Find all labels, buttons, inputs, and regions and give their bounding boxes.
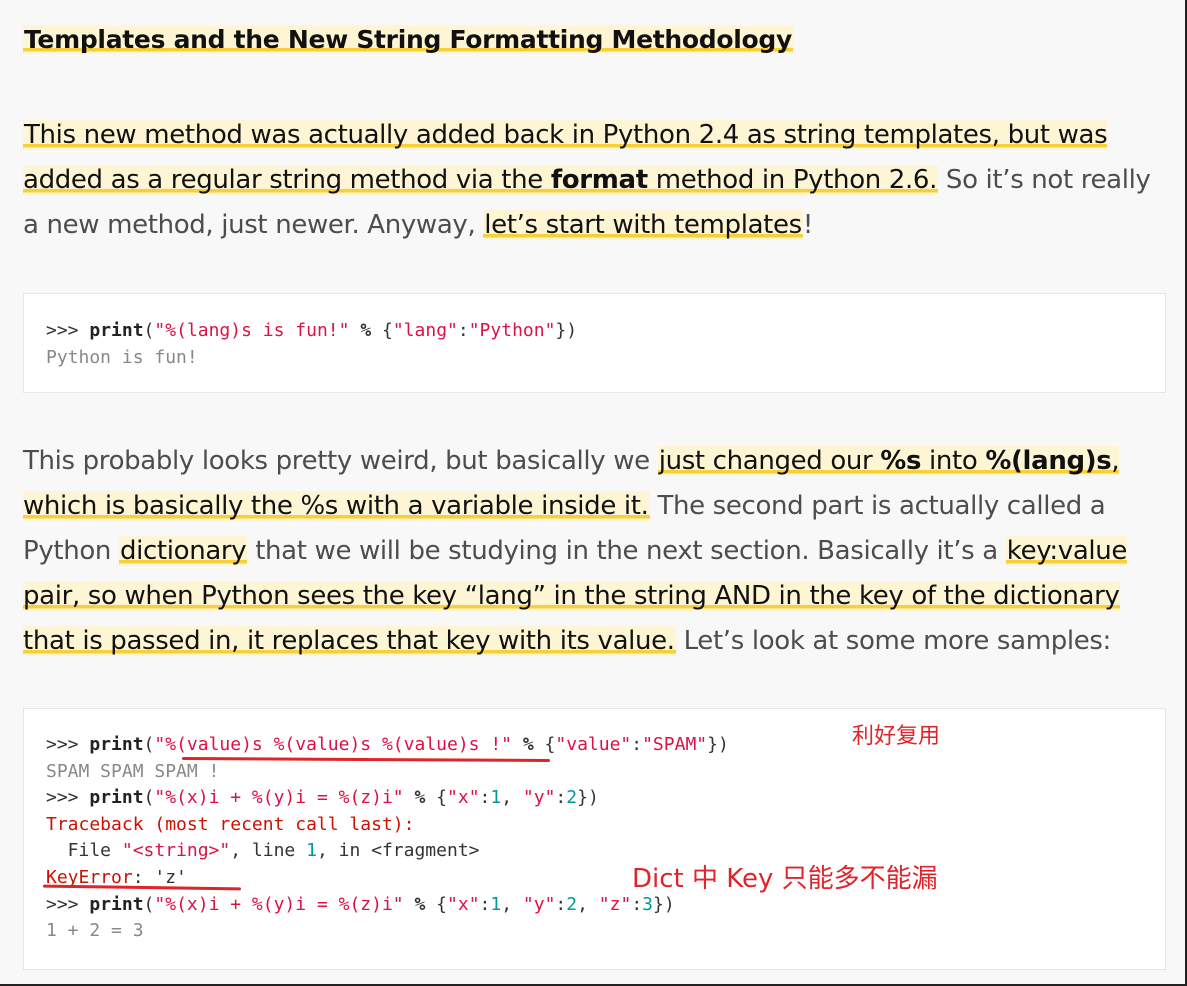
code-line: >>> print("%(lang)s is fun!" % {"lang":"… [46,320,578,341]
code-line: >>> print("%(x)i + %(y)i = %(z)i" % {"x"… [46,787,599,809]
explanation-paragraph: This probably looks pretty weird, but ba… [23,446,1128,656]
page: Templates and the New String Formatting … [0,0,1187,986]
code-line: >>> print("%(x)i + %(y)i = %(z)i" % {"x"… [46,893,675,915]
annotation-dict-key: Dict 中 Key 只能多不能漏 [632,864,938,894]
annotation-reuse: 利好复用 [852,724,941,749]
code-output: 1 + 2 = 3 [46,920,144,942]
section-heading: Templates and the New String Formatting … [23,25,793,54]
code-block-samples: >>> print("%(value)s %(value)s %(value)s… [23,708,1166,970]
highlight-start-templates: let’s start with templates [483,210,803,240]
code-block-lang: >>> print("%(lang)s is fun!" % {"lang":"… [23,293,1166,393]
intro-paragraph: This new method was actually added back … [23,120,1151,240]
code-output: SPAM SPAM SPAM ! [46,760,220,782]
code-line: >>> print("%(value)s %(value)s %(value)s… [46,734,729,755]
traceback-file-line: File "<string>", line 1, in <fragment> [46,840,480,862]
traceback-line: Traceback (most recent call last): [46,813,415,835]
code-output: Python is fun! [46,346,198,368]
highlight-dictionary: dictionary [118,536,248,566]
